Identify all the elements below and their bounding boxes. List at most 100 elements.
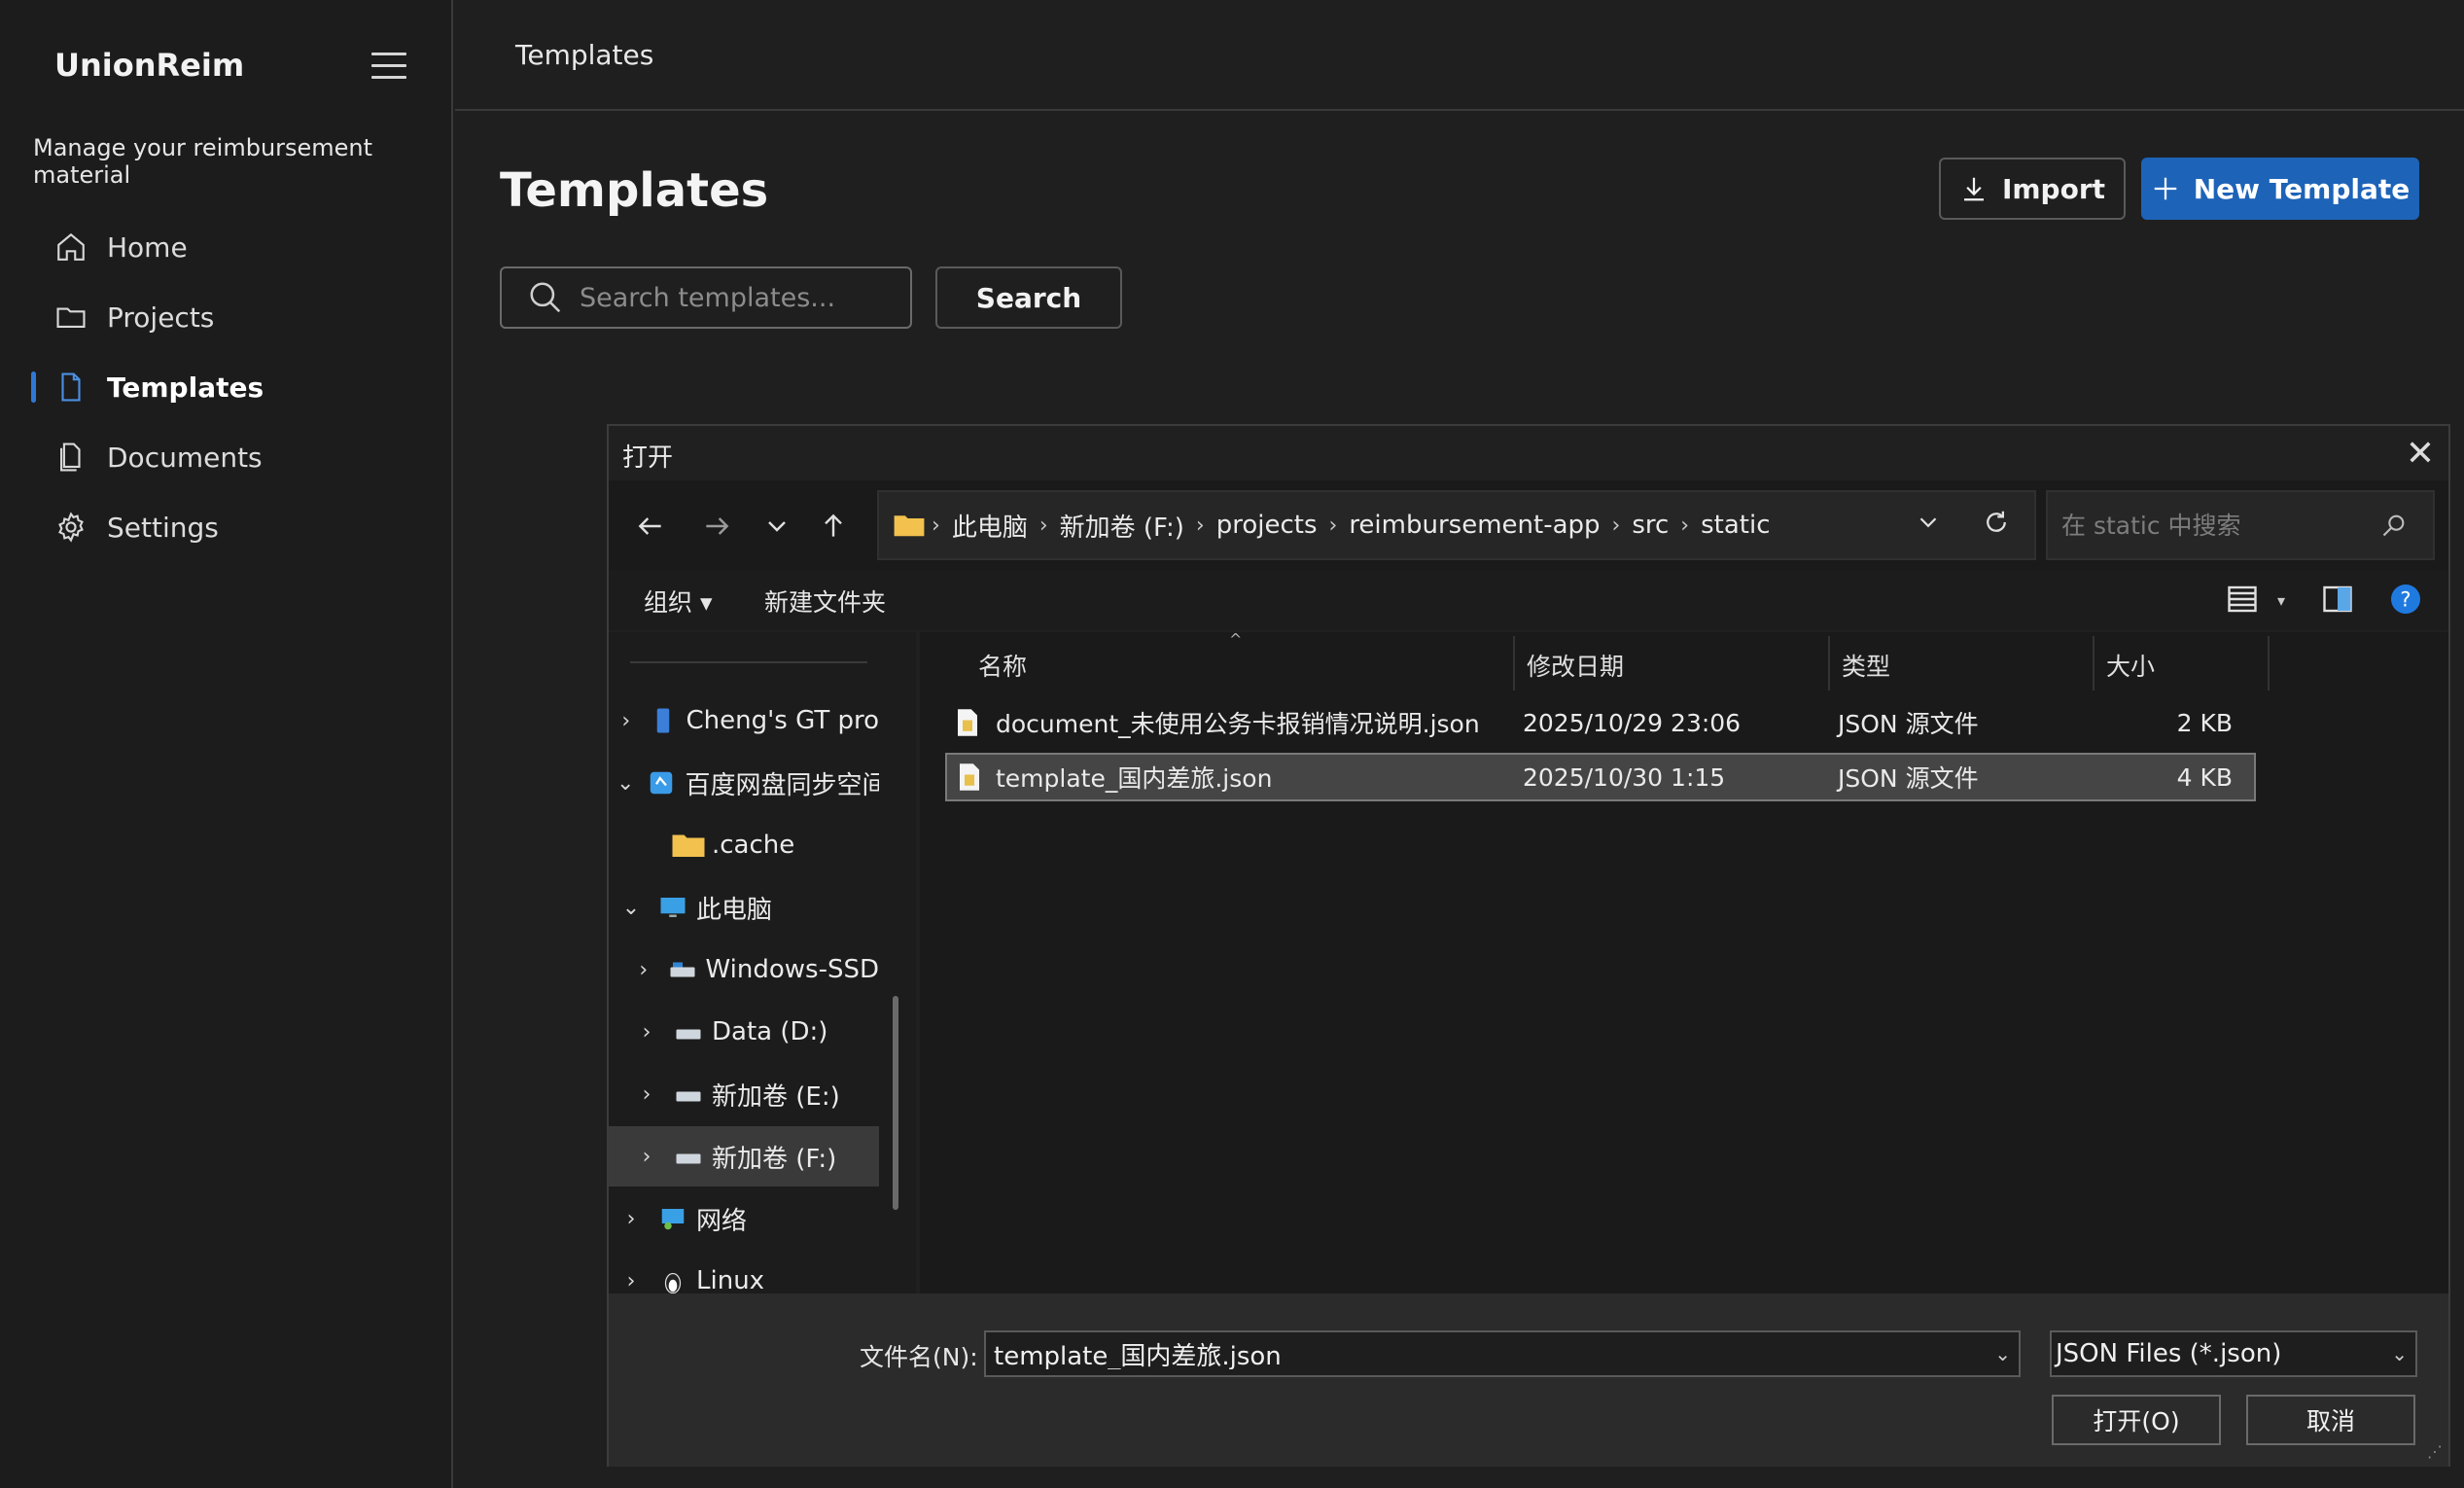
search-button[interactable]: Search <box>935 266 1122 329</box>
new-template-label: New Template <box>2193 172 2411 205</box>
dialog-nav-row: › 此电脑 › 新加卷 (F:) › projects › reimbursem… <box>609 480 2448 570</box>
phone-icon <box>656 708 669 733</box>
file-modified: 2025/10/30 1:15 <box>1523 762 1726 792</box>
tree-item-label: .cache <box>712 831 795 860</box>
document-icon <box>61 372 81 402</box>
search-icon <box>2382 514 2405 537</box>
sidebar: UnionReim Manage your reimbursement mate… <box>0 0 453 1488</box>
computer-icon <box>660 898 686 917</box>
tree-item[interactable]: › 网络 <box>609 1188 879 1249</box>
breadcrumb-item[interactable]: projects <box>1216 511 1318 540</box>
sidebar-item-projects[interactable]: Projects <box>29 282 438 352</box>
close-icon[interactable]: ✕ <box>2406 434 2435 474</box>
file-type: JSON 源文件 <box>1838 764 1979 793</box>
column-header-type[interactable]: 类型 <box>1842 640 1890 691</box>
chevron-right-icon[interactable]: › <box>632 1020 661 1045</box>
chevron-right-icon: › <box>1680 513 1690 538</box>
folder-search-input[interactable] <box>2059 510 2380 541</box>
file-row[interactable]: document_未使用公务卡报销情况说明.json 2025/10/29 23… <box>945 698 2256 747</box>
new-folder-button[interactable]: 新建文件夹 <box>764 584 886 619</box>
import-label: Import <box>2001 172 2106 205</box>
tree-item[interactable]: › Data (D:) <box>609 1002 879 1062</box>
breadcrumb-item[interactable]: static <box>1701 511 1770 540</box>
column-divider[interactable] <box>2093 636 2094 691</box>
sidebar-item-documents[interactable]: Documents <box>29 422 438 492</box>
chevron-right-icon[interactable]: › <box>632 958 655 982</box>
file-size: 4 KB <box>2176 762 2233 792</box>
open-button[interactable]: 打开(O) <box>2052 1395 2221 1445</box>
column-divider[interactable] <box>2268 636 2270 691</box>
file-size: 2 KB <box>2176 708 2233 737</box>
column-divider[interactable] <box>1513 636 1515 691</box>
sidebar-item-home[interactable]: Home <box>29 212 438 282</box>
dialog-title: 打开 <box>622 443 674 473</box>
chevron-right-icon[interactable]: › <box>616 709 636 733</box>
tree-scrollbar[interactable] <box>893 996 898 1210</box>
resize-grip-icon[interactable]: ⋰ <box>2427 1442 2443 1461</box>
sidebar-nav: Home Projects Templates Documents Settin… <box>29 212 438 562</box>
chevron-right-icon: › <box>1611 513 1621 538</box>
tree-item[interactable]: .cache <box>609 815 879 875</box>
search-input[interactable] <box>578 281 889 314</box>
new-template-button[interactable]: New Template <box>2141 158 2419 220</box>
top-bar: Templates <box>455 0 2464 111</box>
column-divider[interactable] <box>1828 636 1830 691</box>
chevron-down-icon[interactable]: ⌄ <box>616 896 646 920</box>
filetype-select[interactable]: JSON Files (*.json) ⌄ <box>2050 1330 2417 1377</box>
preview-pane-icon[interactable] <box>2320 582 2355 620</box>
help-icon[interactable]: ? <box>2388 582 2423 620</box>
chevron-right-icon[interactable]: › <box>616 1269 646 1293</box>
dialog-footer: 文件名(N): ⌄ JSON Files (*.json) ⌄ 打开(O) 取消… <box>609 1293 2448 1467</box>
chevron-right-icon[interactable]: › <box>632 1082 661 1107</box>
drive-icon <box>670 962 695 977</box>
sidebar-item-label: Home <box>107 230 188 264</box>
breadcrumb-item[interactable]: src <box>1632 511 1669 540</box>
plus-icon <box>2154 177 2176 200</box>
chevron-right-icon[interactable]: › <box>632 1145 661 1169</box>
tree-item[interactable]: ⌄ 百度网盘同步空间 <box>609 753 879 813</box>
sidebar-item-settings[interactable]: Settings <box>29 492 438 562</box>
tree-item[interactable]: › 新加卷 (E:) <box>609 1064 879 1124</box>
tree-item[interactable]: ⌄ 此电脑 <box>609 877 879 938</box>
sort-ascending-icon: ^ <box>1229 630 1243 649</box>
back-arrow-icon[interactable] <box>626 502 675 550</box>
column-header-size[interactable]: 大小 <box>2106 640 2155 691</box>
tree-item[interactable]: › Cheng's GT pro <box>609 691 879 751</box>
app-brand: UnionReim <box>54 47 245 84</box>
command-bar: 组织 ▾ 新建文件夹 ▾ ? <box>609 570 2448 630</box>
column-header-modified[interactable]: 修改日期 <box>1527 640 1624 691</box>
cancel-button[interactable]: 取消 <box>2246 1395 2415 1445</box>
tree-item[interactable]: › Windows-SSD <box>609 939 879 1000</box>
drive-icon <box>676 1029 701 1040</box>
menu-icon[interactable] <box>371 53 406 80</box>
view-dropdown-icon[interactable]: ▾ <box>2277 591 2285 610</box>
column-header-name[interactable]: 名称 <box>978 640 1027 691</box>
chevron-right-icon: › <box>1038 513 1048 538</box>
tree-item[interactable]: › Linux <box>609 1251 879 1293</box>
chevron-right-icon[interactable]: › <box>616 1207 646 1231</box>
view-options-icon[interactable] <box>2225 582 2260 620</box>
file-modified: 2025/10/29 23:06 <box>1523 708 1742 737</box>
recent-dropdown-icon[interactable] <box>753 502 801 550</box>
folder-search-box <box>2046 490 2435 560</box>
sidebar-item-templates[interactable]: Templates <box>29 352 438 422</box>
breadcrumb-item[interactable]: 新加卷 (F:) <box>1060 508 1184 544</box>
search-icon <box>530 282 561 313</box>
tree-item-selected[interactable]: › 新加卷 (F:) <box>609 1126 879 1187</box>
chevron-right-icon: › <box>1328 513 1338 538</box>
breadcrumb-item[interactable]: reimbursement-app <box>1349 511 1600 540</box>
file-row-selected[interactable]: template_国内差旅.json 2025/10/30 1:15 JSON … <box>945 753 2256 801</box>
chevron-down-icon[interactable] <box>1914 508 1943 537</box>
breadcrumb-item[interactable]: 此电脑 <box>952 508 1028 544</box>
filename-input[interactable] <box>992 1338 1964 1369</box>
sidebar-item-label: Projects <box>107 301 215 334</box>
refresh-icon[interactable] <box>1982 508 2011 537</box>
chevron-down-icon[interactable]: ⌄ <box>616 771 634 796</box>
chevron-down-icon[interactable]: ⌄ <box>1994 1342 2011 1365</box>
forward-arrow-icon[interactable] <box>692 502 741 550</box>
organize-menu[interactable]: 组织 ▾ <box>644 584 713 619</box>
import-button[interactable]: Import <box>1939 158 2126 220</box>
page-title: Templates <box>500 163 769 218</box>
up-arrow-icon[interactable] <box>809 502 858 550</box>
address-bar[interactable]: › 此电脑 › 新加卷 (F:) › projects › reimbursem… <box>877 490 2036 560</box>
